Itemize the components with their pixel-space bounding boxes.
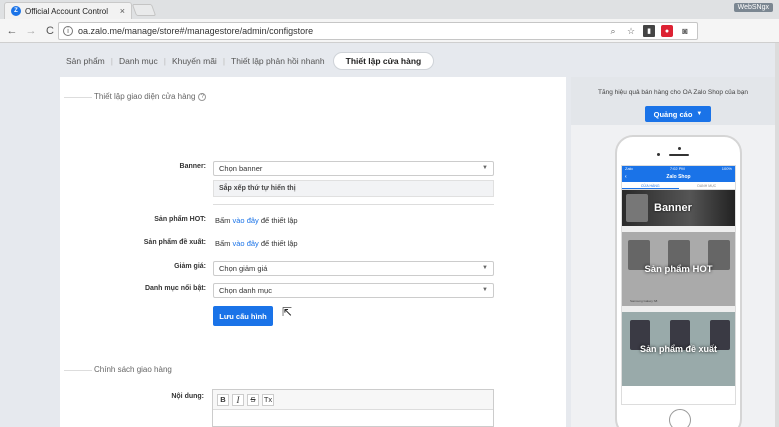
banner-label: Banner: bbox=[179, 163, 206, 170]
discount-label: Giảm giá: bbox=[174, 263, 206, 270]
advertise-button[interactable]: Quảng cáo ▼ bbox=[645, 106, 711, 122]
phone-preview: Zalo 7:02 PM 100% ‹ Zalo Shop CỬA HÀNG D… bbox=[615, 135, 742, 427]
chevron-down-icon: ▼ bbox=[482, 265, 488, 271]
promo-header: Tăng hiệu quả bán hàng cho OA Zalo Shop … bbox=[571, 77, 775, 125]
back-button[interactable]: ← bbox=[5, 24, 19, 38]
field-divider bbox=[213, 204, 494, 205]
phone-tabs: CỬA HÀNG DANH MỤC bbox=[622, 182, 735, 190]
featured-category-label: Danh mục nổi bật: bbox=[144, 285, 206, 292]
camera-icon[interactable]: ◙ bbox=[679, 25, 691, 37]
store-subnav: Sản phẩm | Danh mục | Khuyến mãi | Thiết… bbox=[60, 52, 435, 70]
browser-toolbar: ← → C i oa.zalo.me/manage/store#/manages… bbox=[0, 19, 779, 43]
address-text: oa.zalo.me/manage/store#/managestore/adm… bbox=[78, 26, 314, 36]
subnav-promotions[interactable]: Khuyến mãi bbox=[166, 56, 223, 66]
phone-banner-text: Banner bbox=[654, 202, 692, 214]
phone-tab-store: CỬA HÀNG bbox=[622, 182, 679, 189]
phone-recommended-section: Sản phẩm đề xuất bbox=[622, 312, 735, 386]
phone-speaker-icon bbox=[669, 154, 689, 156]
recommended-products-link[interactable]: vào đây bbox=[233, 239, 259, 248]
hot-products-link[interactable]: vào đây bbox=[233, 216, 259, 225]
back-arrow-icon: ‹ bbox=[625, 174, 627, 180]
banner-select-value: Chọn banner bbox=[219, 164, 263, 173]
promo-panel: Tăng hiệu quả bán hàng cho OA Zalo Shop … bbox=[571, 77, 775, 427]
hot-hint-pre: Bấm bbox=[215, 216, 231, 225]
phone-camera-icon bbox=[678, 147, 681, 150]
subnav-products[interactable]: Sản phẩm bbox=[60, 56, 111, 66]
advertise-label: Quảng cáo bbox=[653, 109, 693, 119]
hot-products-hint: Bấm vào đây để thiết lập bbox=[215, 216, 298, 225]
extension-record-icon[interactable]: ● bbox=[661, 25, 673, 37]
subnav-quick-replies[interactable]: Thiết lập phản hồi nhanh bbox=[225, 56, 331, 66]
hot-products-label: Sản phẩm HOT: bbox=[154, 216, 206, 223]
save-config-button[interactable]: Lưu cấu hình bbox=[213, 306, 273, 326]
rec-hint-pre: Bấm bbox=[215, 239, 231, 248]
help-icon[interactable]: ? bbox=[198, 92, 207, 101]
bold-button[interactable]: B bbox=[217, 393, 229, 406]
phone-sensor-icon bbox=[657, 153, 660, 156]
tab-title: Official Account Control bbox=[25, 6, 109, 16]
sort-order-row[interactable]: Sắp xếp thứ tự hiển thị bbox=[213, 180, 494, 197]
forward-button[interactable]: → bbox=[24, 24, 38, 38]
reload-button[interactable]: C bbox=[43, 24, 57, 38]
editor-toolbar: B I S Tx bbox=[213, 390, 493, 410]
banner-select[interactable]: Chọn banner ▼ bbox=[213, 161, 494, 176]
new-tab-button[interactable] bbox=[131, 4, 157, 16]
page-content: Sản phẩm | Danh mục | Khuyến mãi | Thiết… bbox=[0, 43, 779, 427]
recommended-products-label: Sản phẩm đề xuất: bbox=[143, 239, 206, 246]
discount-select[interactable]: Chọn giảm giá ▼ bbox=[213, 261, 494, 276]
zalo-favicon-icon: Z bbox=[11, 6, 21, 16]
shipping-policy-editor[interactable]: B I S Tx bbox=[212, 389, 494, 427]
phone-app-header: ‹ Zalo Shop bbox=[622, 172, 735, 182]
featured-category-select[interactable]: Chọn danh mục ▼ bbox=[213, 283, 494, 298]
info-icon[interactable]: i bbox=[63, 26, 73, 36]
hot-product-caption: Samsung Galaxy S8 bbox=[630, 299, 658, 303]
phone-app-title: Zalo Shop bbox=[666, 174, 691, 180]
clear-format-button[interactable]: Tx bbox=[262, 393, 274, 406]
hot-hint-post: để thiết lập bbox=[260, 216, 298, 225]
mouse-cursor-icon: ⇱ bbox=[282, 305, 293, 319]
phone-hot-section: Sản phẩm HOT Samsung Galaxy S8 bbox=[622, 232, 735, 306]
browser-titlebar: Z Official Account Control × WebSNgx bbox=[0, 0, 779, 19]
promo-text: Tăng hiệu quả bán hàng cho OA Zalo Shop … bbox=[598, 89, 748, 96]
display-section-title: Thiết lập giao diện cửa hàng ? bbox=[94, 92, 207, 101]
zoom-icon[interactable]: ⌕ bbox=[607, 25, 619, 37]
sort-order-text: Sắp xếp thứ tự hiển thị bbox=[219, 185, 296, 192]
tab-close-icon[interactable]: × bbox=[120, 6, 125, 16]
section-divider bbox=[64, 370, 92, 371]
profile-label[interactable]: WebSNgx bbox=[733, 3, 773, 12]
shipping-section-title: Chính sách giao hàng bbox=[94, 365, 172, 374]
phone-tab-categories: DANH MỤC bbox=[697, 184, 717, 188]
section-divider bbox=[64, 97, 92, 98]
chevron-down-icon: ▼ bbox=[482, 287, 488, 293]
phone-home-button-icon bbox=[669, 409, 691, 427]
discount-select-value: Chọn giảm giá bbox=[219, 264, 268, 273]
subnav-categories[interactable]: Danh mục bbox=[113, 56, 164, 66]
banner-product-image bbox=[626, 194, 648, 222]
extension-icon[interactable]: ▮ bbox=[643, 25, 655, 37]
chevron-down-icon: ▼ bbox=[696, 111, 703, 117]
settings-panel: Thiết lập giao diện cửa hàng ? Banner: C… bbox=[60, 77, 566, 427]
chevron-down-icon: ▼ bbox=[482, 165, 488, 171]
display-section-title-text: Thiết lập giao diện cửa hàng bbox=[94, 92, 196, 101]
recommended-products-hint: Bấm vào đây để thiết lập bbox=[215, 239, 298, 248]
rec-hint-post: để thiết lập bbox=[260, 239, 298, 248]
page-scrollbar[interactable] bbox=[775, 43, 779, 427]
bookmark-star-icon[interactable]: ☆ bbox=[625, 25, 637, 37]
phone-banner: Banner bbox=[622, 190, 735, 226]
phone-screen: Zalo 7:02 PM 100% ‹ Zalo Shop CỬA HÀNG D… bbox=[621, 165, 736, 405]
address-bar[interactable]: i oa.zalo.me/manage/store#/managestore/a… bbox=[58, 22, 698, 40]
strikethrough-button[interactable]: S bbox=[247, 393, 259, 406]
featured-category-value: Chọn danh mục bbox=[219, 286, 272, 295]
content-label: Nội dung: bbox=[171, 393, 204, 400]
italic-button[interactable]: I bbox=[232, 393, 244, 406]
phone-recommended-text: Sản phẩm đề xuất bbox=[639, 344, 718, 354]
phone-hot-text: Sản phẩm HOT bbox=[644, 263, 713, 275]
subnav-store-settings[interactable]: Thiết lập cửa hàng bbox=[332, 52, 435, 70]
browser-tab[interactable]: Z Official Account Control × bbox=[4, 2, 132, 19]
